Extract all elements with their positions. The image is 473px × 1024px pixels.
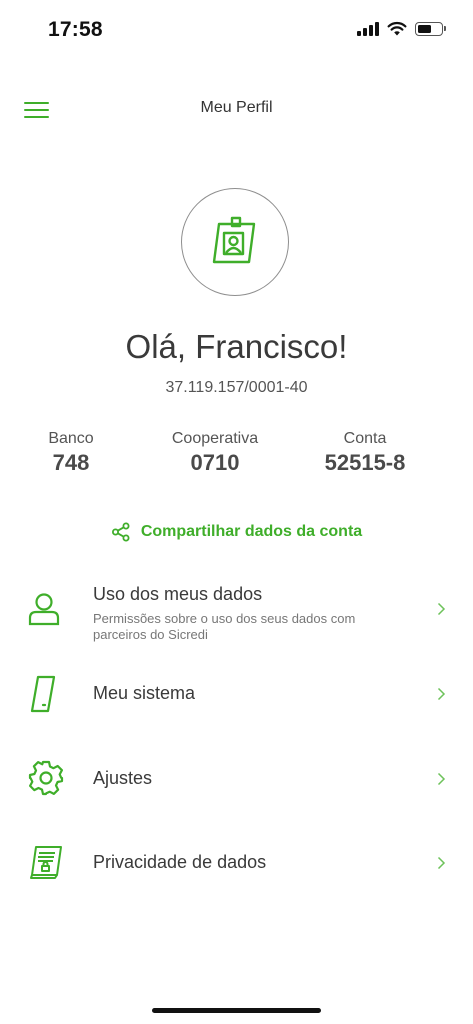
greeting: Olá, Francisco!	[125, 328, 348, 365]
status-time: 17:58	[48, 18, 103, 41]
battery-fill	[418, 24, 431, 33]
cooperative-label: Cooperativa	[171, 430, 259, 447]
menu-item-title: Uso dos meus dados	[93, 584, 263, 604]
avatar[interactable]	[181, 188, 289, 296]
page-title: Meu Perfil	[200, 99, 273, 116]
document-lock-icon	[30, 846, 62, 879]
gear-icon	[28, 760, 64, 796]
wifi-icon	[387, 21, 407, 36]
bank-info: Banco 748	[11, 430, 131, 476]
chevron-right-icon	[437, 772, 446, 786]
chevron-right-icon	[437, 602, 446, 616]
home-indicator[interactable]	[152, 1008, 321, 1013]
user-icon	[28, 593, 60, 626]
menu-item-title: Privacidade de dados	[93, 852, 267, 872]
cooperative-value: 0710	[190, 450, 240, 475]
chevron-right-icon	[437, 856, 446, 870]
account-info: Conta 52515-8	[305, 430, 425, 476]
menu-item-data-privacy[interactable]: Privacidade de dados	[0, 839, 473, 887]
cellular-signal-icon	[357, 21, 379, 36]
status-icons	[357, 21, 446, 36]
bank-value: 748	[52, 450, 90, 475]
menu-item-settings[interactable]: Ajustes	[0, 755, 473, 803]
account-label: Conta	[343, 430, 387, 447]
account-value: 52515-8	[324, 450, 406, 475]
share-label: Compartilhar dados da conta	[140, 523, 363, 540]
share-account-data-button[interactable]: Compartilhar dados da conta	[0, 522, 473, 542]
menu-item-my-system[interactable]: Meu sistema	[0, 670, 473, 718]
share-icon	[111, 522, 130, 542]
smartphone-icon	[30, 675, 56, 713]
id-badge-icon	[212, 216, 256, 264]
menu-item-description: Permissões sobre o uso dos seus dados co…	[93, 611, 356, 642]
chevron-right-icon	[437, 687, 446, 701]
document-number: 37.119.157/0001-40	[165, 379, 308, 396]
menu-item-title: Ajustes	[93, 768, 153, 788]
cooperative-info: Cooperativa 0710	[155, 430, 275, 476]
menu-item-title: Meu sistema	[93, 683, 196, 703]
bank-label: Banco	[48, 430, 94, 447]
menu-item-data-usage[interactable]: Uso dos meus dados Permissões sobre o us…	[0, 575, 473, 650]
battery-icon	[415, 21, 446, 36]
